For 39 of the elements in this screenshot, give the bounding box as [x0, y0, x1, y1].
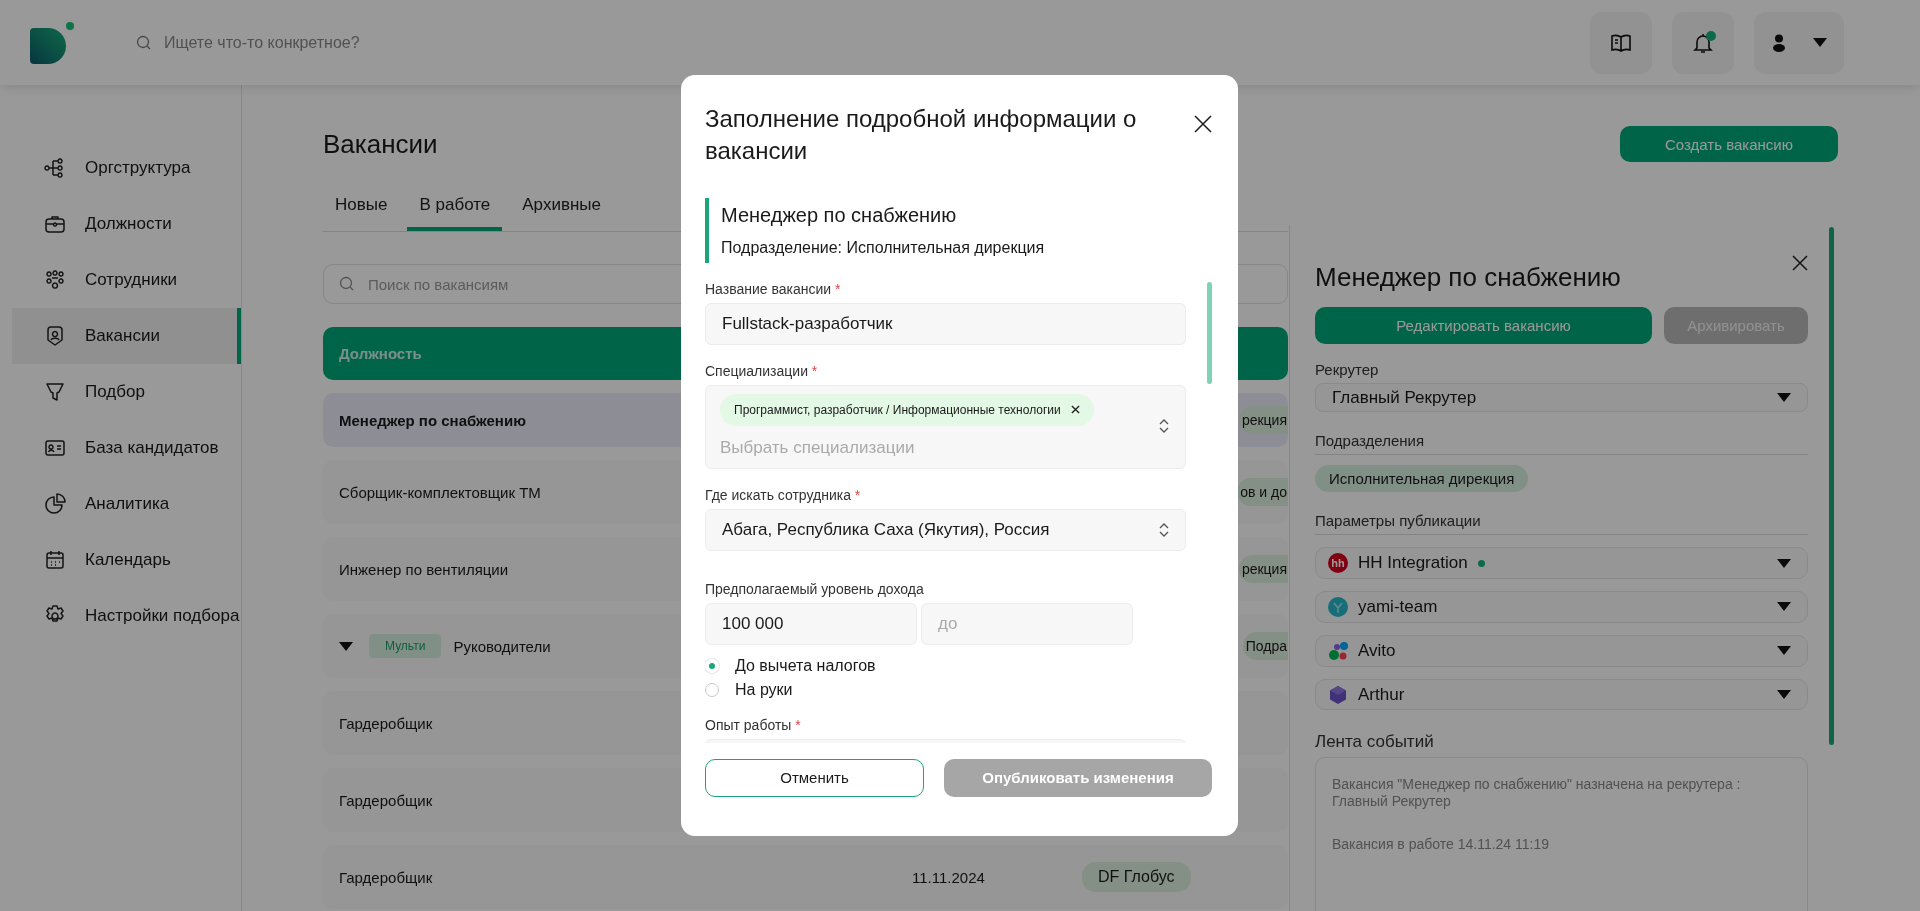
department-tag: рекция: [1238, 555, 1288, 583]
panel-title: Менеджер по снабжению: [1315, 262, 1621, 293]
vacancy-title: Гардеробщик: [339, 868, 433, 886]
page-title: Вакансии: [323, 128, 438, 160]
section-label: Подразделения: [1315, 432, 1808, 456]
integration-name: HH Integration: [1358, 553, 1468, 574]
date-text: 11.11.2024: [912, 868, 985, 886]
vacancy-title: Руководители: [453, 637, 551, 655]
section-label: Параметры публикации: [1315, 512, 1808, 536]
field-label: Рекрутер: [1315, 361, 1380, 380]
field-label: Название вакансии *: [705, 280, 842, 297]
field-label: Специализации *: [705, 362, 819, 379]
department-tag: Исполнительная дирекция: [1315, 465, 1529, 493]
vacancy-title: Менеджер по снабжению: [339, 411, 526, 429]
modal-title: Заполнение подробной информации о вакансии: [705, 104, 1138, 167]
field-label: Опыт работы *: [705, 716, 802, 733]
vacancy-title: Гардеробщик: [339, 791, 433, 809]
department-tag: Подра: [1242, 632, 1288, 660]
vacancy-title: Инженер по вентиляции: [339, 560, 509, 578]
vacancy-title: Менеджер по снабжению: [721, 203, 958, 227]
group-badge: Мульти: [369, 634, 442, 658]
department-tag: рекция: [1238, 406, 1288, 434]
integration-name: Arthur: [1358, 684, 1405, 705]
department-text: Подразделение: Исполнительная дирекция: [721, 238, 1046, 257]
hh-logo-icon: hh: [1328, 553, 1348, 574]
event-text: Вакансия в работе 14.11.24 11:19: [1332, 836, 1551, 853]
chip-label: Программист, разработчик / Информационные технологии: [734, 402, 1061, 417]
integration-name: Avito: [1358, 640, 1396, 661]
department-tag: ов и до: [1237, 478, 1288, 506]
company-tag: DF Глобус: [1082, 862, 1191, 892]
select-placeholder: Выбрать специализации: [720, 437, 915, 458]
field-label: Где искать сотрудника *: [705, 486, 862, 503]
section-label: Лента событий: [1315, 732, 1435, 754]
vacancy-title: Гардеробщик: [339, 714, 433, 732]
integration-name: yami-team: [1358, 596, 1438, 617]
field-label: Предполагаемый уровень дохода: [705, 580, 925, 597]
vacancy-title: Сборщик-комплектовщик ТМ: [339, 483, 541, 501]
event-text: Вакансия "Менеджер по снабжению" назначена на рекрутера : Главный Рекрутер: [1332, 776, 1742, 810]
column-header: Должность: [339, 345, 422, 362]
